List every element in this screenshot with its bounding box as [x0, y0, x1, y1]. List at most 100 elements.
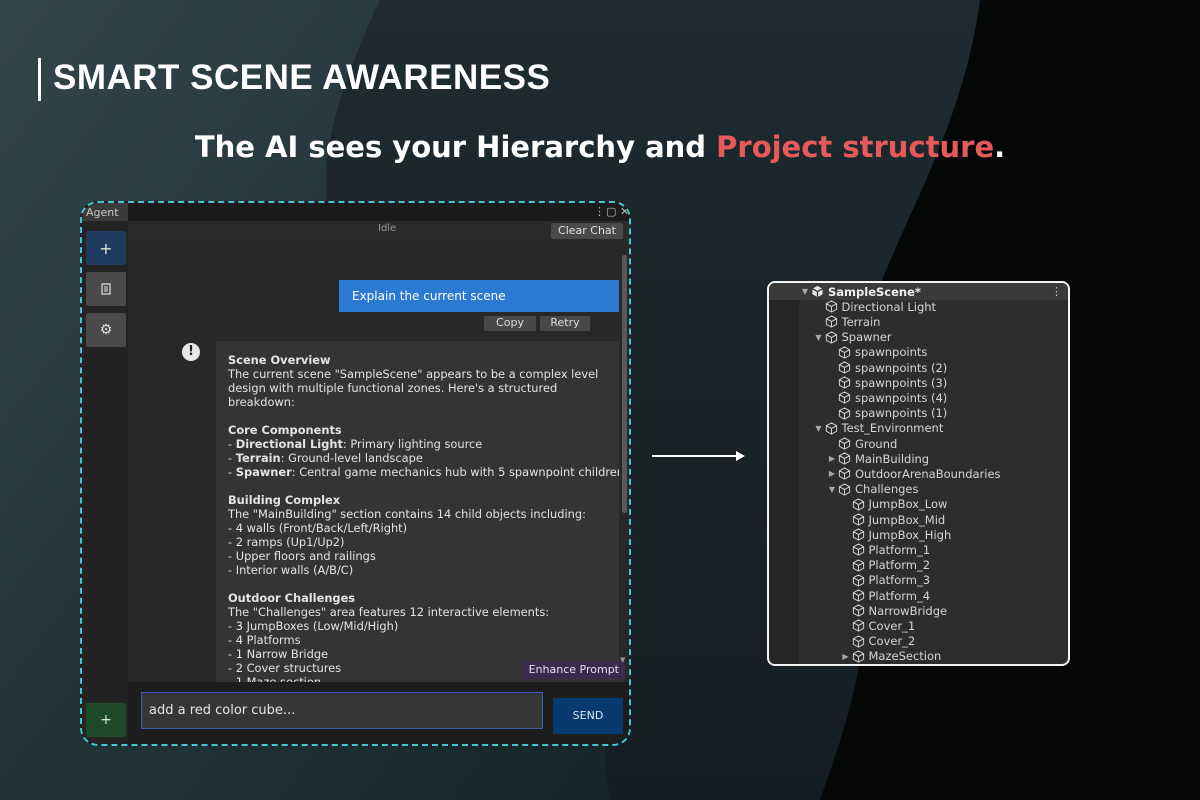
hierarchy-item[interactable]: Platform_2 [840, 558, 931, 573]
cube-icon [852, 635, 867, 648]
response-line: - 3 JumpBoxes (Low/Mid/High) [228, 619, 611, 633]
response-line [228, 479, 611, 493]
hierarchy-item-label: spawnpoints (3) [855, 375, 948, 390]
add-button[interactable]: + [86, 703, 126, 737]
cube-icon [838, 467, 853, 480]
hierarchy-item[interactable]: JumpBox_Mid [840, 512, 945, 527]
response-text: - 4 walls (Front/Back/Left/Right) [228, 521, 408, 535]
hierarchy-item[interactable]: Cover_1 [840, 618, 915, 633]
hierarchy-item[interactable]: Directional Light [813, 299, 936, 314]
expand-right-icon[interactable]: ▶ [840, 652, 852, 661]
response-text: design with multiple functional zones. H… [228, 381, 558, 395]
cube-icon [838, 437, 853, 450]
plus-icon: + [100, 712, 112, 728]
cube-icon [852, 604, 867, 617]
response-text: - 3 JumpBoxes (Low/Mid/High) [228, 619, 399, 633]
response-text: The "MainBuilding" section contains 14 c… [228, 507, 586, 521]
expand-down-icon[interactable]: ▼ [813, 333, 825, 342]
unity-scene-icon [811, 285, 826, 298]
expand-right-icon[interactable]: ▶ [826, 469, 838, 478]
alert-circle-icon: ! [182, 343, 200, 361]
settings-button[interactable]: ⚙ [86, 313, 126, 347]
close-icon[interactable]: ✕ [620, 205, 629, 218]
hierarchy-item-label: spawnpoints (4) [855, 390, 948, 405]
hierarchy-item[interactable]: Terrain [813, 314, 880, 329]
response-line: The current scene "SampleScene" appears … [228, 367, 611, 381]
hierarchy-item[interactable]: spawnpoints (1) [826, 406, 947, 421]
hierarchy-item-label: JumpBox_Low [868, 497, 948, 512]
response-line: - Upper floors and railings [228, 549, 611, 563]
expand-down-icon[interactable]: ▼ [826, 485, 838, 494]
hierarchy-item[interactable]: Platform_1 [840, 542, 930, 557]
response-bold: Core Components [228, 423, 342, 437]
copy-button[interactable]: Copy [484, 316, 536, 331]
retry-button[interactable]: Retry [540, 316, 590, 331]
response-line: - 4 Platforms [228, 633, 611, 647]
response-text: - 2 Cover structures [228, 661, 342, 675]
agent-tab[interactable]: Agent [82, 203, 128, 221]
hierarchy-item-label: Platform_4 [868, 588, 931, 603]
response-line: - Spawner: Central game mechanics hub wi… [228, 465, 623, 479]
hierarchy-item[interactable]: ▼ Test_Environment [813, 421, 944, 436]
enhance-prompt-button[interactable]: Enhance Prompt [522, 662, 625, 679]
response-text: The "Challenges" area features 12 intera… [228, 605, 550, 619]
history-button[interactable] [86, 272, 126, 306]
new-chat-button[interactable]: + [86, 231, 126, 265]
gear-icon: ⚙ [99, 322, 113, 338]
hierarchy-item[interactable]: spawnpoints (2) [826, 360, 947, 375]
hierarchy-item[interactable]: ▼ Challenges [826, 482, 919, 497]
hierarchy-item[interactable]: spawnpoints [826, 345, 927, 360]
subtitle-text: The AI sees your Hierarchy and [194, 130, 717, 164]
kebab-menu-icon[interactable]: ⋮ [594, 205, 605, 218]
response-bold: Scene Overview [228, 353, 331, 367]
ai-response: Scene Overview The current scene "SampleS… [216, 341, 623, 697]
clear-chat-button[interactable]: Clear Chat [551, 223, 623, 239]
response-line [228, 409, 611, 423]
agent-sidebar: + ⚙ + [82, 221, 128, 744]
expand-down-icon[interactable]: ▼ [799, 287, 811, 296]
response-line: - 4 walls (Front/Back/Left/Right) [228, 521, 611, 535]
hierarchy-item[interactable]: ▼ Spawner [813, 330, 891, 345]
cube-icon [838, 483, 853, 496]
kebab-menu-icon[interactable]: ⋮ [1051, 285, 1062, 298]
maximize-icon[interactable]: ▢ [606, 205, 616, 218]
hierarchy-item[interactable]: JumpBox_High [840, 527, 951, 542]
hierarchy-item-label: Ground [855, 436, 898, 451]
response-line: Outdoor Challenges [228, 591, 611, 605]
hierarchy-item[interactable]: JumpBox_Low [840, 497, 948, 512]
hierarchy-item[interactable]: ▼ SampleScene* [799, 284, 921, 299]
hierarchy-item[interactable]: ▶ OutdoorArenaBoundaries [826, 466, 1001, 481]
hierarchy-item[interactable]: spawnpoints (4) [826, 390, 947, 405]
response-line: - 1 Narrow Bridge [228, 647, 611, 661]
cube-icon [838, 346, 853, 359]
cube-icon [852, 650, 867, 663]
scrollbar-thumb[interactable] [622, 255, 627, 513]
hierarchy-item-label: Test_Environment [841, 421, 944, 436]
response-bold: Outdoor Challenges [228, 591, 356, 605]
cube-icon [825, 315, 840, 328]
chat-scrollbar[interactable]: ▼ [619, 239, 629, 664]
hierarchy-item[interactable]: Platform_4 [840, 588, 931, 603]
hierarchy-item[interactable]: Cover_2 [840, 634, 916, 649]
response-line: design with multiple functional zones. H… [228, 381, 611, 395]
hierarchy-item[interactable]: Ground [826, 436, 897, 451]
cube-icon [838, 407, 853, 420]
cube-icon [852, 574, 867, 587]
agent-window: Agent ⋮ ▢ ✕ + ⚙ + Idle Clear Chat Explai… [80, 201, 631, 746]
hierarchy-item-label: Cover_2 [868, 634, 916, 649]
hierarchy-item[interactable]: NarrowBridge [840, 603, 947, 618]
expand-right-icon[interactable]: ▶ [826, 454, 838, 463]
expand-down-icon[interactable]: ▼ [813, 424, 825, 433]
hierarchy-item-label: spawnpoints (1) [855, 406, 948, 421]
hierarchy-item[interactable]: ▶ MainBuilding [826, 451, 929, 466]
response-text: The current scene "SampleScene" appears … [228, 367, 599, 381]
send-button[interactable]: SEND [553, 698, 623, 734]
cube-icon [838, 391, 853, 404]
prompt-input[interactable] [141, 692, 543, 729]
hierarchy-item[interactable]: Platform_3 [840, 573, 930, 588]
hierarchy-item[interactable]: ▶ MazeSection [840, 649, 941, 664]
response-text: - Upper floors and railings [228, 549, 376, 563]
chat-area: Explain the current scene Copy Retry ! S… [128, 239, 629, 697]
hierarchy-item-label: Platform_2 [868, 558, 931, 573]
hierarchy-item[interactable]: spawnpoints (3) [826, 375, 947, 390]
